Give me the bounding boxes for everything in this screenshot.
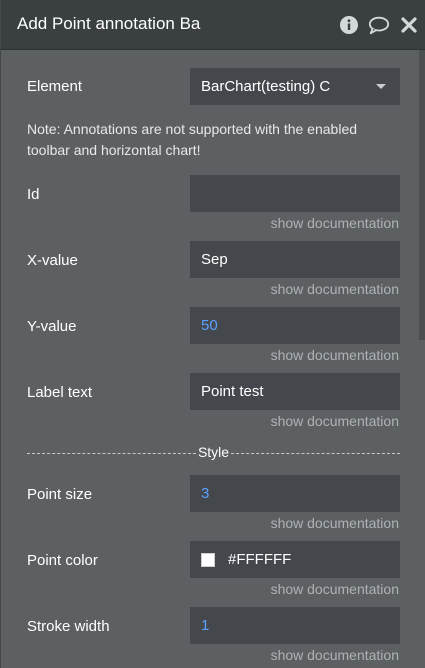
color-swatch[interactable] bbox=[201, 552, 215, 567]
point-color-value: #FFFFFF bbox=[228, 551, 292, 568]
x-value-input[interactable]: Sep bbox=[190, 241, 400, 278]
panel-title: Add Point annotation Ba bbox=[17, 14, 201, 33]
x-value-label: X-value bbox=[27, 252, 78, 269]
header-icons bbox=[338, 13, 420, 37]
y-value-show-documentation-link[interactable]: show documentation bbox=[271, 347, 399, 363]
id-input[interactable] bbox=[190, 175, 400, 212]
id-label: Id bbox=[27, 186, 40, 203]
panel-header: Add Point annotation Ba bbox=[1, 0, 425, 50]
element-dropdown[interactable]: BarChart(testing) C bbox=[190, 68, 400, 105]
point-size-label: Point size bbox=[27, 486, 93, 503]
point-size-show-documentation-link[interactable]: show documentation bbox=[271, 515, 399, 531]
chevron-down-icon bbox=[376, 84, 386, 89]
comment-icon[interactable] bbox=[368, 14, 390, 36]
element-dropdown-value: BarChart(testing) C bbox=[201, 78, 331, 95]
point-color-label: Point color bbox=[27, 552, 98, 569]
style-section-divider: Style bbox=[27, 443, 400, 461]
id-show-documentation-link[interactable]: show documentation bbox=[271, 215, 399, 231]
panel-scrollbar[interactable] bbox=[419, 50, 425, 340]
stroke-width-input[interactable]: 1 bbox=[190, 607, 400, 644]
label-text-input[interactable]: Point test bbox=[190, 373, 400, 410]
style-section-label: Style bbox=[197, 444, 230, 460]
info-icon[interactable] bbox=[338, 14, 360, 36]
point-color-picker[interactable]: #FFFFFF bbox=[190, 541, 400, 578]
stroke-width-label: Stroke width bbox=[27, 618, 110, 635]
stroke-width-show-documentation-link[interactable]: show documentation bbox=[271, 647, 399, 663]
divider-line-right bbox=[231, 452, 400, 454]
point-color-show-documentation-link[interactable]: show documentation bbox=[271, 581, 399, 597]
label-text-label: Label text bbox=[27, 384, 93, 401]
property-editor-panel: Add Point annotation Ba Element BarChart… bbox=[0, 0, 425, 668]
label-text-show-documentation-link[interactable]: show documentation bbox=[271, 413, 399, 429]
annotation-note: Note: Annotations are not supported with… bbox=[27, 121, 358, 158]
point-size-input[interactable]: 3 bbox=[190, 475, 400, 512]
element-label: Element bbox=[27, 78, 83, 95]
close-icon[interactable] bbox=[398, 14, 420, 36]
y-value-input[interactable]: 50 bbox=[190, 307, 400, 344]
divider-line-left bbox=[27, 452, 196, 454]
x-value-show-documentation-link[interactable]: show documentation bbox=[271, 281, 399, 297]
y-value-label: Y-value bbox=[27, 318, 77, 335]
